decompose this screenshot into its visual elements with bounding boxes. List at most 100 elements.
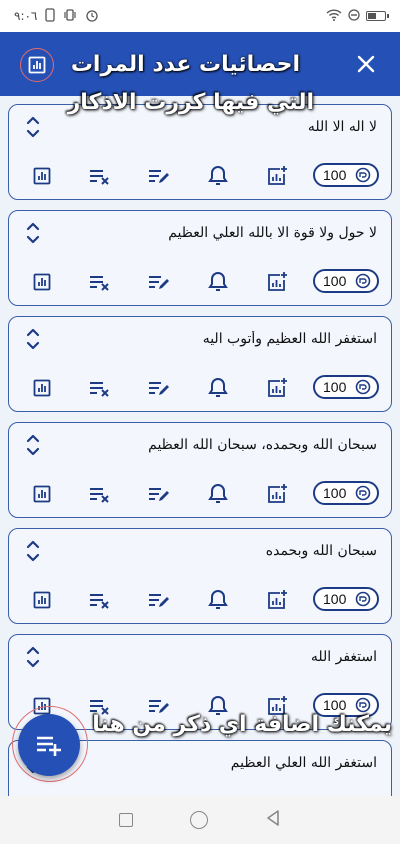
unfold-icon	[26, 116, 40, 138]
counter-pill[interactable]: 100	[313, 269, 379, 293]
tutorial-overlay-title: احصائيات عدد المرات	[70, 52, 300, 77]
counter-pill[interactable]: 100	[313, 375, 379, 399]
add-count-button[interactable]	[264, 163, 290, 189]
card-actions: 100	[9, 163, 391, 189]
bell-icon	[208, 271, 228, 291]
add-chart-icon	[268, 378, 287, 397]
stats-button[interactable]	[20, 48, 54, 82]
dhikr-text: استغفر الله	[310, 649, 377, 665]
counter-icon	[355, 273, 371, 289]
vibrate-icon	[63, 8, 77, 25]
dhikr-card[interactable]: لا حول ولا قوة الا بالله العلي العظيم 10…	[8, 210, 392, 306]
status-right	[326, 8, 389, 24]
edit-button[interactable]	[146, 269, 172, 295]
dhikr-card[interactable]: سبحان الله وبحمده 100	[8, 528, 392, 624]
counter-icon	[355, 697, 371, 713]
reset-button[interactable]	[87, 375, 113, 401]
card-actions: 100	[9, 587, 391, 613]
reorder-handle[interactable]	[23, 113, 43, 141]
edit-list-icon	[149, 170, 169, 183]
reset-button[interactable]	[87, 163, 113, 189]
reorder-handle[interactable]	[23, 537, 43, 565]
unfold-icon	[26, 540, 40, 562]
clear-list-icon	[90, 488, 109, 503]
sim-icon	[45, 7, 56, 25]
stats-button[interactable]	[29, 375, 55, 401]
counter-value: 100	[323, 485, 347, 501]
bar-chart-icon	[28, 56, 46, 74]
card-actions: 100	[9, 375, 391, 401]
stats-button[interactable]	[29, 269, 55, 295]
reorder-handle[interactable]	[23, 325, 43, 353]
clear-list-icon	[90, 276, 109, 291]
dhikr-card[interactable]: سبحان الله وبحمده، سبحان الله العظيم 100	[8, 422, 392, 518]
clear-list-icon	[90, 170, 109, 185]
alarm-icon	[85, 8, 99, 25]
add-dhikr-button[interactable]	[18, 714, 80, 776]
stats-button[interactable]	[29, 163, 55, 189]
bar-chart-icon	[33, 591, 51, 609]
do-not-disturb-icon	[348, 8, 360, 24]
bar-chart-icon	[33, 485, 51, 503]
add-chart-icon	[268, 484, 287, 503]
stats-button[interactable]	[29, 587, 55, 613]
clear-list-icon	[90, 382, 109, 397]
unfold-icon	[26, 328, 40, 350]
dhikr-text: سبحان الله وبحمده	[265, 543, 377, 559]
dhikr-card[interactable]: استغفر الله العظيم وأتوب اليه 100	[8, 316, 392, 412]
close-button[interactable]	[350, 48, 382, 80]
counter-pill[interactable]: 100	[313, 481, 379, 505]
reminder-button[interactable]	[205, 375, 231, 401]
bell-icon	[208, 165, 228, 185]
card-actions: 100	[9, 481, 391, 507]
dhikr-text: سبحان الله وبحمده، سبحان الله العظيم	[148, 437, 377, 453]
reset-button[interactable]	[87, 587, 113, 613]
reminder-button[interactable]	[205, 163, 231, 189]
recents-button[interactable]	[118, 813, 133, 827]
dhikr-card[interactable]: لا اله الا الله 100	[8, 104, 392, 200]
add-chart-icon	[268, 272, 287, 291]
status-bar: ٩:٠٦	[0, 0, 400, 32]
edit-button[interactable]	[146, 481, 172, 507]
bell-icon	[208, 589, 228, 609]
dhikr-text: لا اله الا الله	[307, 119, 377, 135]
tutorial-overlay-add: يمكنك اضافة اي ذكر من هنا	[92, 712, 392, 737]
edit-button[interactable]	[146, 163, 172, 189]
app-bar: احصائيات عدد المرات	[0, 32, 400, 96]
battery-level	[368, 13, 376, 19]
add-count-button[interactable]	[264, 269, 290, 295]
counter-icon	[355, 591, 371, 607]
bar-chart-icon	[33, 273, 51, 291]
stats-button[interactable]	[29, 481, 55, 507]
reset-button[interactable]	[87, 269, 113, 295]
reminder-button[interactable]	[205, 481, 231, 507]
add-count-button[interactable]	[264, 587, 290, 613]
reminder-button[interactable]	[205, 269, 231, 295]
system-nav-bar	[0, 796, 400, 844]
counter-pill[interactable]: 100	[313, 163, 379, 187]
close-icon	[357, 55, 375, 73]
back-button[interactable]	[265, 809, 281, 831]
unfold-icon	[26, 434, 40, 456]
reminder-button[interactable]	[205, 587, 231, 613]
edit-button[interactable]	[146, 375, 172, 401]
edit-list-icon	[149, 594, 169, 607]
home-button[interactable]	[189, 811, 208, 829]
status-left: ٩:٠٦	[14, 7, 99, 25]
reorder-handle[interactable]	[23, 643, 43, 671]
counter-icon	[355, 379, 371, 395]
dhikr-text: استغفر الله العظيم وأتوب اليه	[202, 331, 377, 347]
reorder-handle[interactable]	[23, 219, 43, 247]
edit-list-icon	[149, 488, 169, 501]
reorder-handle[interactable]	[23, 431, 43, 459]
edit-button[interactable]	[146, 587, 172, 613]
playlist-add-icon	[37, 736, 61, 756]
bar-chart-icon	[33, 379, 51, 397]
add-count-button[interactable]	[264, 481, 290, 507]
counter-pill[interactable]: 100	[313, 587, 379, 611]
edit-list-icon	[149, 382, 169, 395]
dhikr-list[interactable]: لا اله الا الله 100 لا حول ولا قوة الا ب…	[0, 96, 400, 796]
battery-icon	[366, 11, 389, 21]
add-count-button[interactable]	[264, 375, 290, 401]
reset-button[interactable]	[87, 481, 113, 507]
